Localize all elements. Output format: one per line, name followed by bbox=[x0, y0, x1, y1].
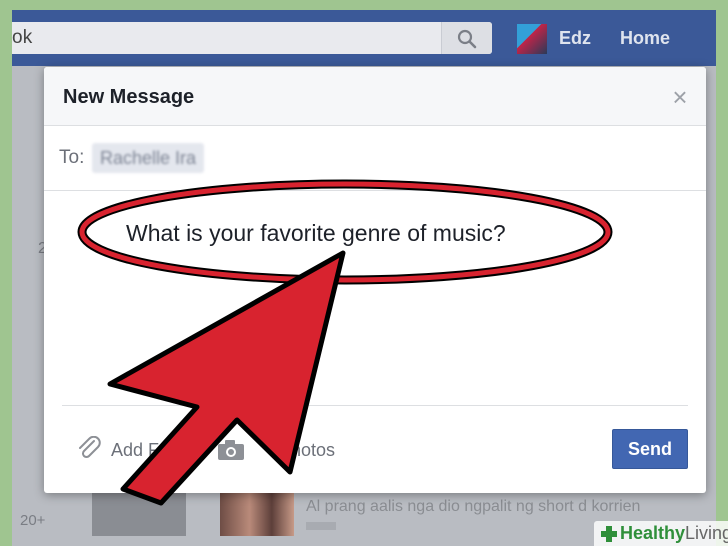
annotation-overlay bbox=[77, 179, 613, 506]
watermark-text: HealthyLiving bbox=[620, 523, 728, 543]
pointer-arrow bbox=[107, 250, 346, 506]
watermark: HealthyLiving bbox=[594, 521, 728, 546]
highlight-ellipse-fill bbox=[79, 181, 611, 283]
health-cross-icon bbox=[601, 526, 617, 542]
